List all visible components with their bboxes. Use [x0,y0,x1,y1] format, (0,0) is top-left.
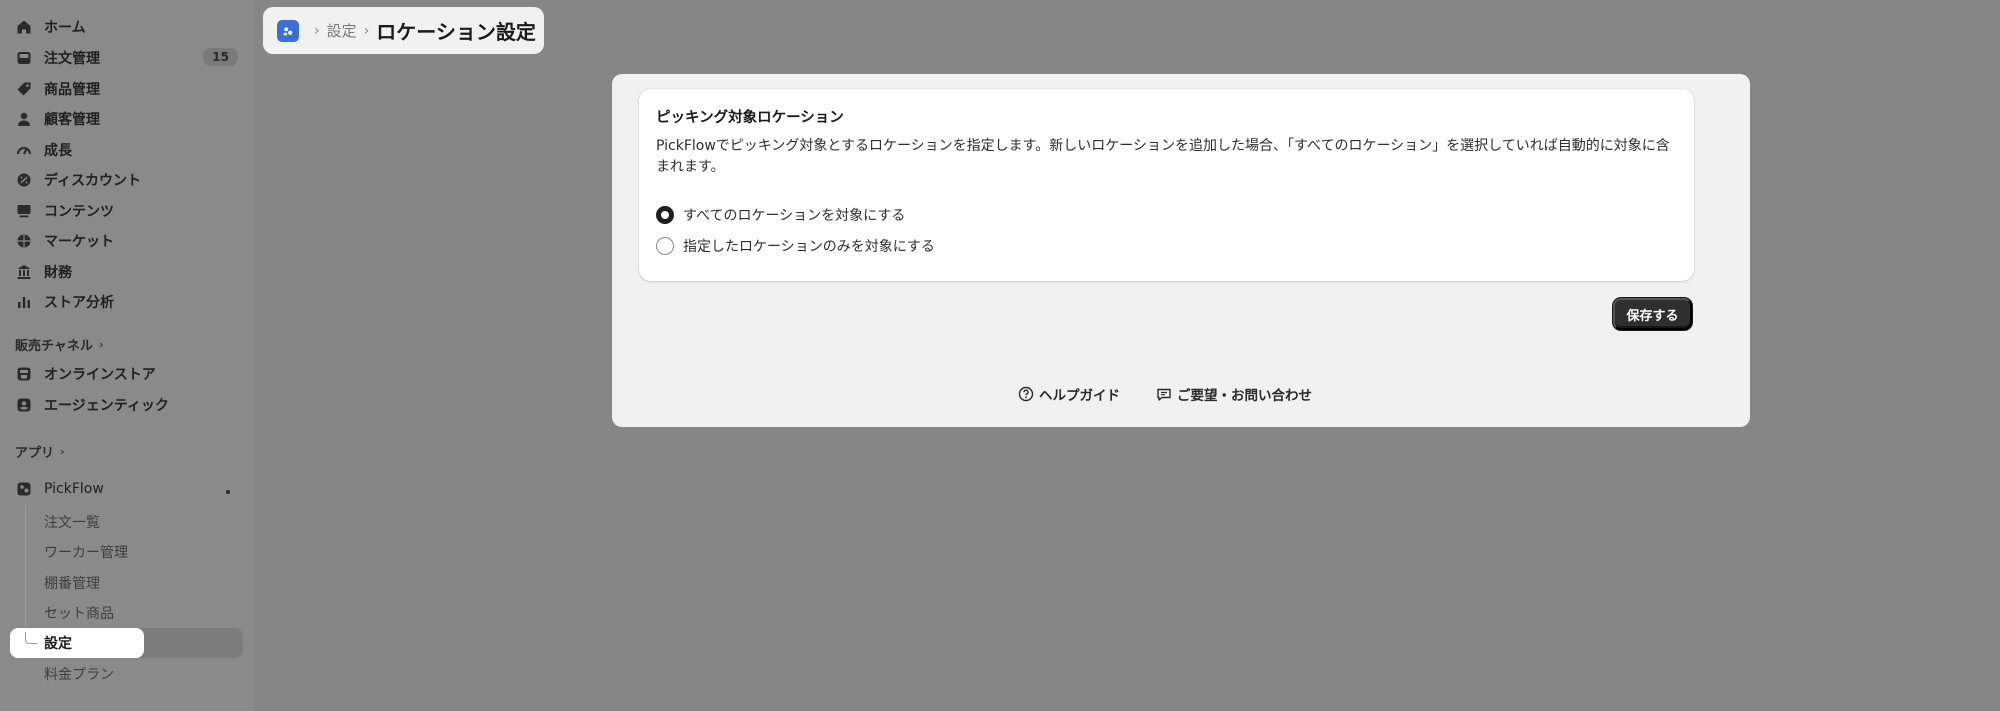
channel-agentic[interactable]: エージェンティック [12,391,244,419]
radio-unchecked[interactable] [656,237,674,255]
help-guide-link[interactable]: ヘルプガイド [1018,384,1120,404]
app-item-orders[interactable]: 注文一覧 [44,512,100,532]
nav-label: 注文管理 [44,51,100,67]
gauge-icon [14,140,34,160]
option-selected-locations[interactable]: 指定したロケーションのみを対象にする [656,236,935,256]
app-item-bundles[interactable]: セット商品 [44,603,114,623]
section-label: アプリ [15,446,55,461]
option-label: 指定したロケーションのみを対象にする [683,239,935,255]
nav-label: 設定 [44,636,72,652]
option-all-locations[interactable]: すべてのロケーションを対象にする [656,205,905,225]
bar-chart-icon [14,292,34,312]
location-card: ピッキング対象ロケーション PickFlowでピッキング対象とするロケーションを… [639,89,1694,281]
nav-label: 商品管理 [44,82,100,98]
contact-link[interactable]: ご要望・お問い合わせ [1156,384,1312,404]
channel-online-store[interactable]: オンラインストア [12,360,244,388]
chat-icon [1157,388,1171,401]
nav-home[interactable]: ホーム [12,13,244,41]
help-label: ヘルプガイド [1039,388,1120,404]
breadcrumb-separator: › [363,22,370,39]
discount-icon [14,170,34,190]
nav-orders[interactable]: 注文管理 15 [12,44,244,72]
orders-count-badge: 15 [203,48,238,66]
nav-discounts[interactable]: ディスカウント [12,166,244,194]
contact-label: ご要望・お問い合わせ [1177,388,1312,404]
breadcrumb: › 設定 › ロケーション設定 [263,7,544,54]
bank-icon [14,262,34,282]
globe-icon [14,231,34,251]
nav-products[interactable]: 商品管理 [12,75,244,103]
app-icon [14,479,34,499]
nav-label: エージェンティック [44,398,169,414]
inbox-icon [14,48,34,68]
home-icon [14,17,34,37]
app-pickflow[interactable]: PickFlow [12,475,244,503]
chevron-right-icon: › [98,338,104,351]
app-icon[interactable] [277,19,299,42]
chevron-right-icon: › [60,445,65,458]
app-item-plans[interactable]: 料金プラン [44,664,114,684]
card-title: ピッキング対象ロケーション [656,110,844,126]
nav-label: コンテンツ [44,204,114,220]
save-button[interactable]: 保存する [1613,298,1692,330]
card-description: PickFlowでピッキング対象とするロケーションを指定します。新しいロケーショ… [656,138,1670,175]
nav-label: 財務 [44,265,72,281]
content-icon [14,201,34,221]
breadcrumb-settings-link[interactable]: 設定 [327,20,357,41]
nav-label: オンラインストア [44,367,156,383]
radio-checked[interactable] [656,206,674,224]
agent-icon [14,395,34,415]
nav-label: 成長 [44,143,72,159]
nav-analytics[interactable]: ストア分析 [12,288,244,316]
nav-content[interactable]: コンテンツ [12,197,244,225]
apps-heading[interactable]: アプリ › [15,442,65,461]
sales-channels-heading[interactable]: 販売チャネル › [15,335,103,354]
option-label: すべてのロケーションを対象にする [683,208,906,224]
nav-label: PickFlow [44,481,104,497]
nav-label: ディスカウント [44,173,142,189]
nav-markets[interactable]: マーケット [12,227,244,255]
nav-growth[interactable]: 成長 [12,136,244,164]
app-item-shelves[interactable]: 棚番管理 [44,573,100,593]
app-status-dot [226,490,230,494]
help-icon [1018,386,1034,402]
settings-panel: ピッキング対象ロケーション PickFlowでピッキング対象とするロケーションを… [612,74,1750,427]
tree-line [25,505,26,638]
nav-finance[interactable]: 財務 [12,258,244,286]
tag-icon [14,79,34,99]
page-title: ロケーション設定 [376,20,536,44]
nav-label: ホーム [44,20,86,36]
section-label: 販売チャネル [15,339,93,354]
app-item-workers[interactable]: ワーカー管理 [44,542,128,562]
tree-elbow [25,632,37,644]
nav-label: ストア分析 [44,295,114,311]
breadcrumb-separator: › [314,22,320,39]
sidebar: ホーム 注文管理 15 商品管理 顧客管理 成長 ディスカウント コンテンツ マ… [0,0,254,711]
nav-label: 顧客管理 [44,112,100,128]
nav-customers[interactable]: 顧客管理 [12,105,244,133]
app-item-settings[interactable]: 設定 [10,628,144,658]
nav-label: マーケット [44,234,114,250]
person-icon [14,109,34,129]
store-icon [14,364,34,384]
